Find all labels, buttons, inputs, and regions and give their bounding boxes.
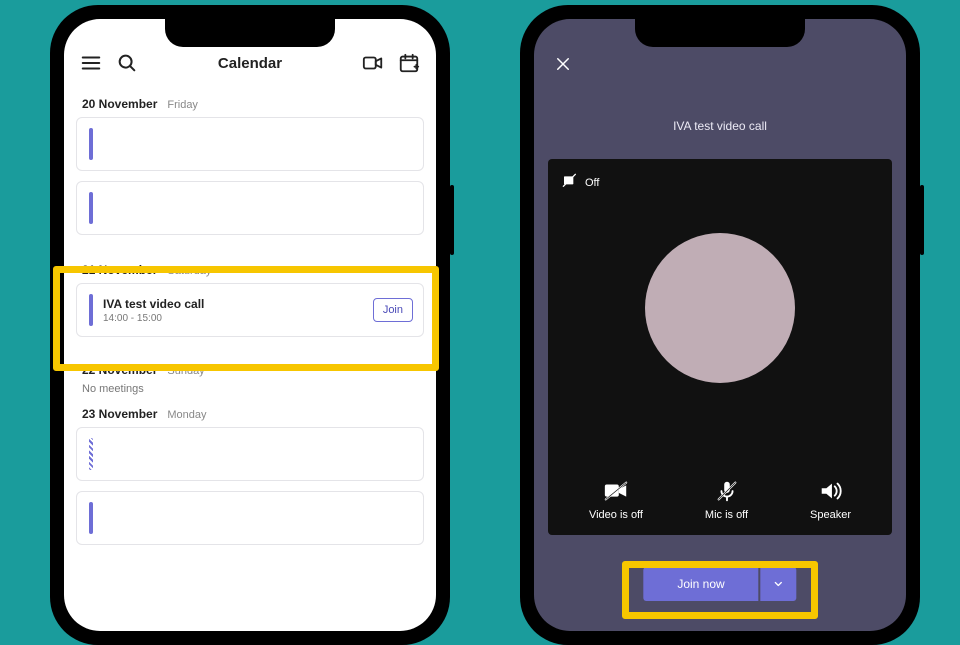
power-button xyxy=(450,185,454,255)
event-card[interactable] xyxy=(76,491,424,545)
notch xyxy=(165,19,335,47)
join-button[interactable]: Join xyxy=(373,298,413,322)
event-stripe xyxy=(89,294,93,326)
background-effects-icon xyxy=(562,173,578,192)
mic-toggle-label: Mic is off xyxy=(705,509,748,521)
day-date: 21 November xyxy=(82,263,157,277)
day-date: 23 November xyxy=(82,407,157,421)
prejoin-controls: Video is off Mic is off Speaker xyxy=(548,479,892,521)
notch xyxy=(635,19,805,47)
speaker-toggle-label: Speaker xyxy=(810,509,851,521)
avatar xyxy=(645,233,795,383)
meet-now-icon[interactable] xyxy=(362,52,384,74)
speaker-toggle[interactable]: Speaker xyxy=(810,479,851,521)
event-title: IVA test video call xyxy=(103,297,373,311)
day-header: 22 November Sunday xyxy=(82,363,424,377)
day-name: Monday xyxy=(167,409,206,421)
day-header: 20 November Friday xyxy=(82,97,424,111)
event-stripe xyxy=(89,192,93,224)
day-date: 22 November xyxy=(82,363,157,377)
day-header: 23 November Monday xyxy=(82,407,424,421)
calendar-screen: Calendar 20 November Friday 21 Novemb xyxy=(64,19,436,631)
event-stripe xyxy=(89,502,93,534)
event-card[interactable] xyxy=(76,181,424,235)
join-now-wrap: Join now xyxy=(643,567,796,601)
event-card[interactable] xyxy=(76,427,424,481)
join-options-dropdown[interactable] xyxy=(761,567,797,601)
join-now-button[interactable]: Join now xyxy=(643,567,758,601)
event-time: 14:00 - 15:00 xyxy=(103,313,373,324)
day-name: Friday xyxy=(167,99,198,111)
background-effects-label: Off xyxy=(585,177,599,189)
close-icon[interactable] xyxy=(554,55,572,78)
meeting-title: IVA test video call xyxy=(534,119,906,133)
new-event-icon[interactable] xyxy=(398,52,420,74)
chevron-down-icon xyxy=(773,578,785,590)
page-title: Calendar xyxy=(218,55,282,72)
event-stripe xyxy=(89,128,93,160)
power-button xyxy=(920,185,924,255)
event-text: IVA test video call 14:00 - 15:00 xyxy=(103,297,373,324)
menu-icon[interactable] xyxy=(80,52,102,74)
video-preview: Off Video is off Mic is off Speaker xyxy=(548,159,892,535)
day-date: 20 November xyxy=(82,97,157,111)
mic-toggle[interactable]: Mic is off xyxy=(705,479,748,521)
day-header: 21 November Saturday xyxy=(82,263,424,277)
event-card[interactable] xyxy=(76,117,424,171)
day-name: Saturday xyxy=(167,265,211,277)
phone-frame-prejoin: IVA test video call Off Video is off Mic… xyxy=(520,5,920,645)
event-card-iva[interactable]: IVA test video call 14:00 - 15:00 Join xyxy=(76,283,424,337)
event-stripe xyxy=(89,438,93,470)
search-icon[interactable] xyxy=(116,52,138,74)
calendar-body: 20 November Friday 21 November Saturday … xyxy=(64,85,436,545)
prejoin-screen: IVA test video call Off Video is off Mic… xyxy=(534,19,906,631)
day-name: Sunday xyxy=(167,365,204,377)
video-toggle[interactable]: Video is off xyxy=(589,479,643,521)
background-effects-toggle[interactable]: Off xyxy=(562,173,599,192)
video-toggle-label: Video is off xyxy=(589,509,643,521)
no-meetings-label: No meetings xyxy=(82,383,424,395)
phone-frame-calendar: Calendar 20 November Friday 21 Novemb xyxy=(50,5,450,645)
